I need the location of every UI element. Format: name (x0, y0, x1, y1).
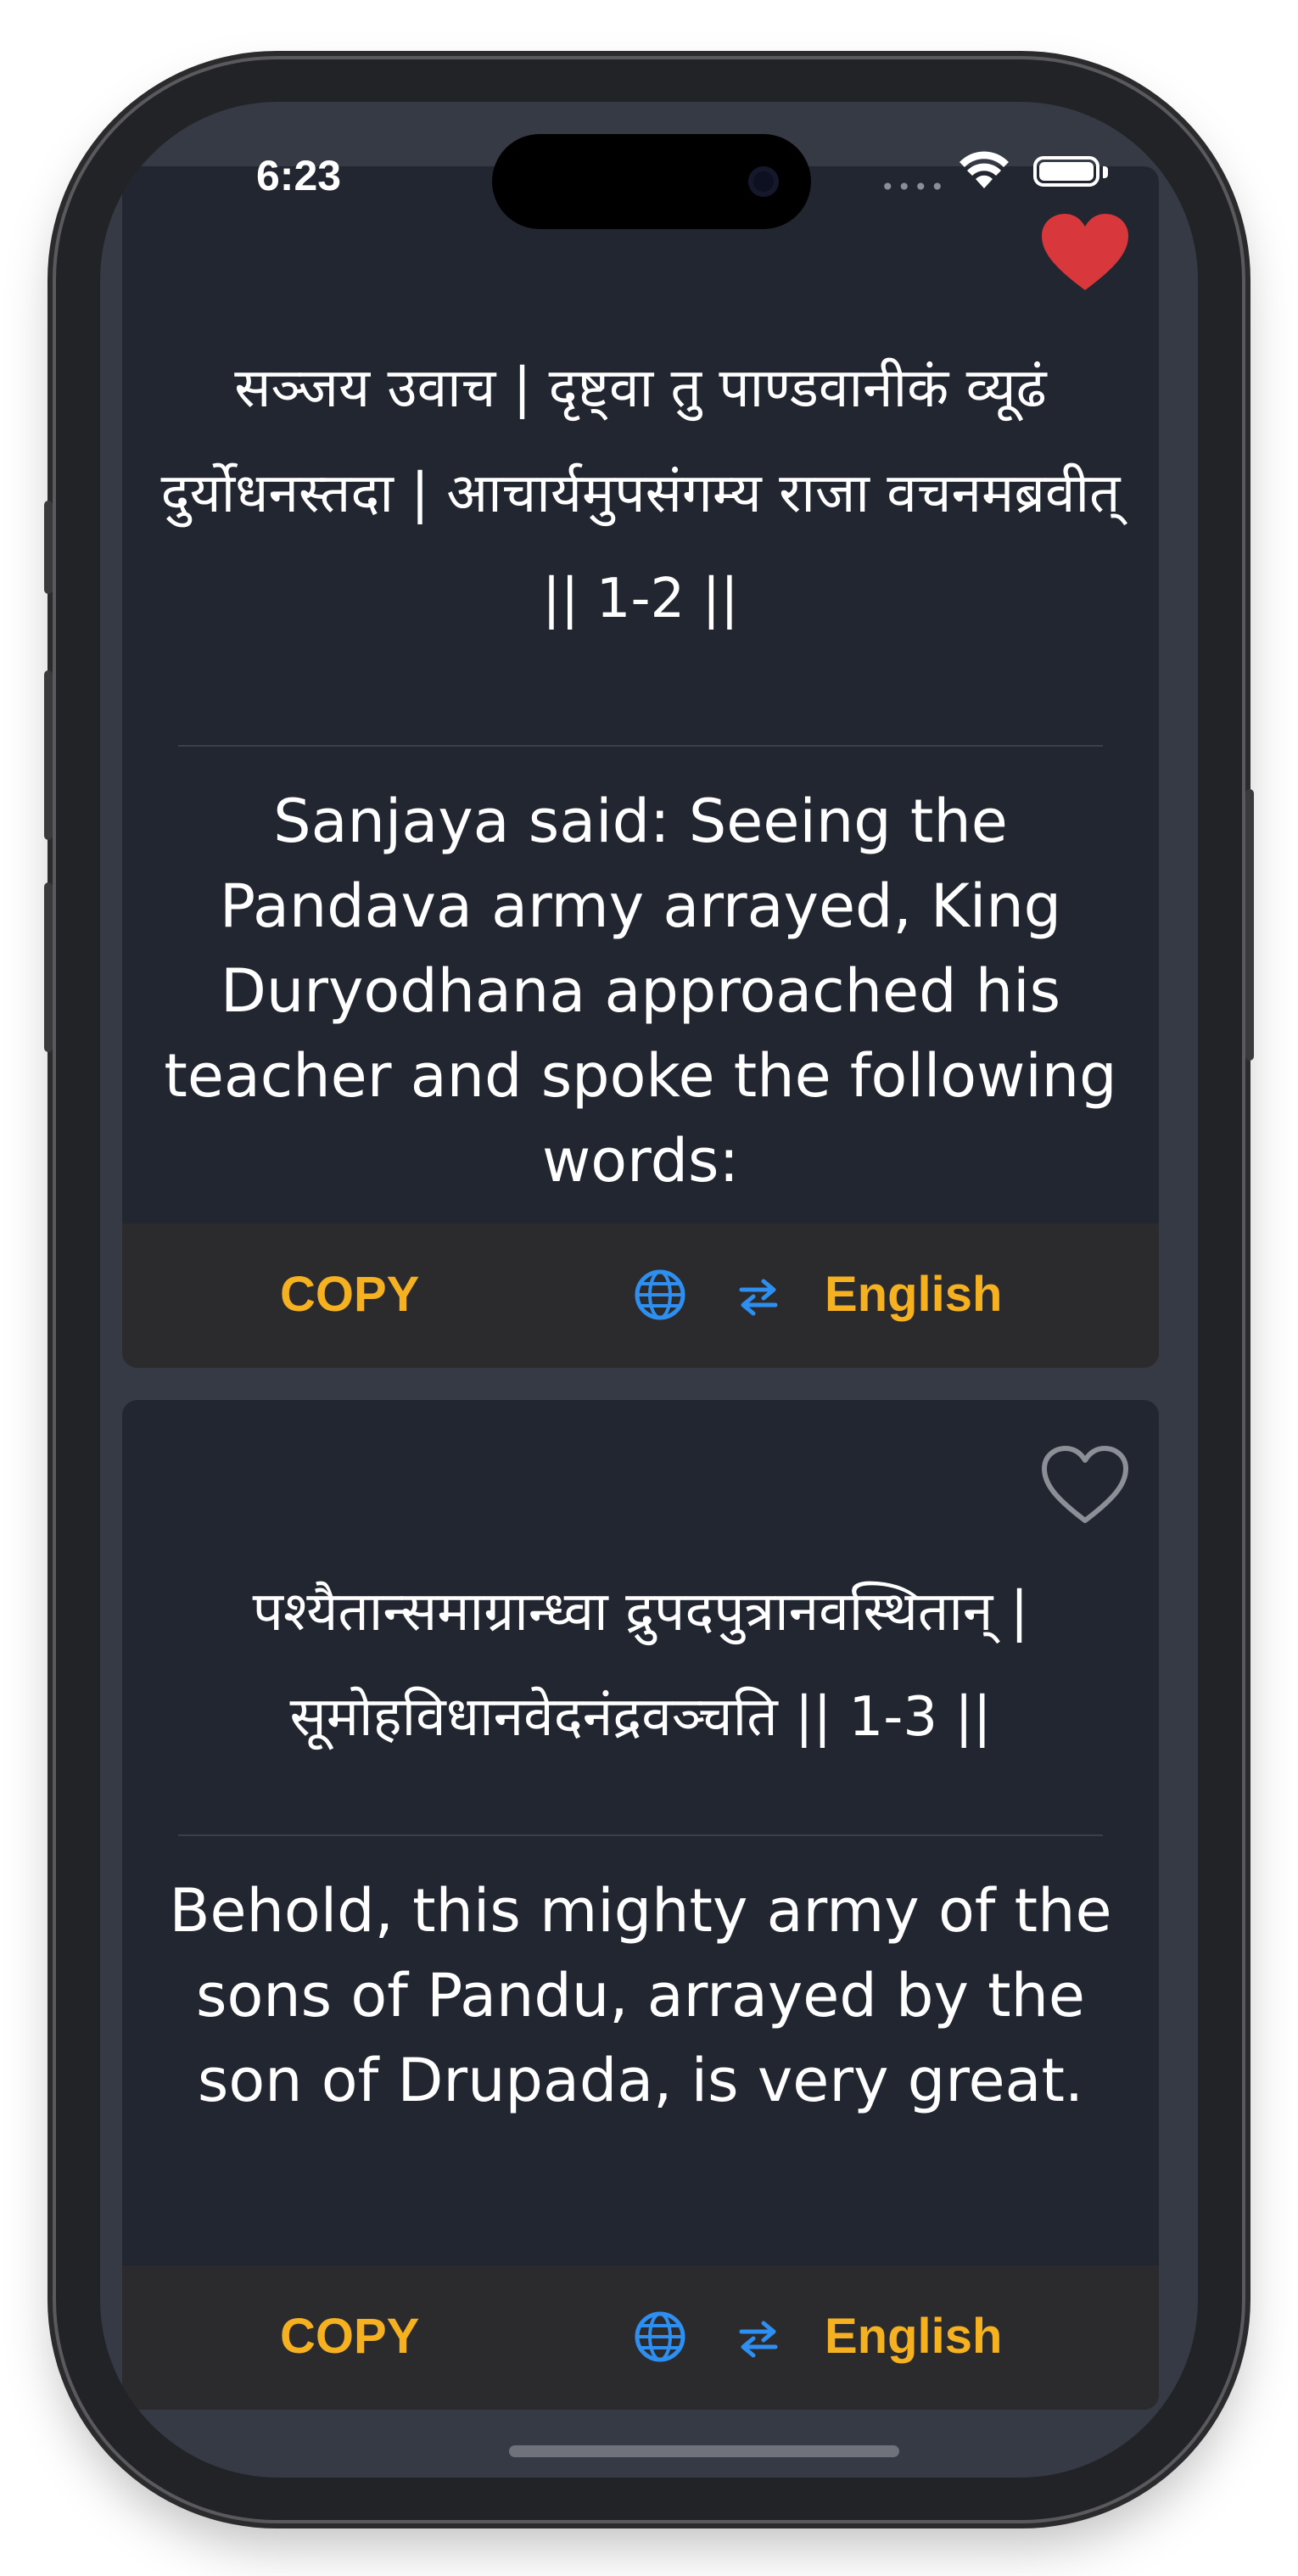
divider (178, 1834, 1103, 1836)
action-button (44, 501, 53, 594)
globe-icon[interactable] (633, 2310, 687, 2364)
status-time: 6:23 (256, 152, 342, 199)
wifi-icon (960, 151, 1009, 188)
swap-arrows-icon[interactable] (735, 2318, 782, 2359)
language-select-button[interactable]: English (825, 2308, 1002, 2365)
language-select-button[interactable]: English (825, 1266, 1002, 1323)
sanskrit-verse-text: पश्यैतान्समाग्रान्ध्वा द्रुपदपुत्रानवस्थ… (252, 1581, 1029, 1749)
copy-button[interactable]: COPY (280, 2308, 419, 2365)
home-indicator[interactable] (509, 2445, 899, 2457)
battery-nub (1103, 166, 1108, 178)
copy-button[interactable]: COPY (280, 1266, 419, 1323)
power-button (1245, 789, 1254, 1061)
verse-translation-text: Behold, this mighty army of the sons of … (169, 1876, 1112, 2115)
volume-up-button (44, 670, 53, 840)
cellular-signal-icon: •••• (881, 173, 948, 201)
screen: 6:23 •••• सञ्जय उवाच | दृष्ट्वा तु पाण्ड… (100, 102, 1198, 2478)
verse-action-bar: COPY English (122, 1224, 1159, 1368)
volume-down-button (44, 882, 53, 1052)
favorite-heart-outline-icon[interactable] (1038, 1444, 1132, 1529)
verse-action-bar: COPY English (122, 2265, 1159, 2410)
divider (178, 745, 1103, 747)
swap-arrows-icon[interactable] (735, 1276, 782, 1317)
verse-card: सञ्जय उवाच | दृष्ट्वा तु पाण्डवानीकं व्य… (122, 166, 1159, 1368)
phone-frame: 6:23 •••• सञ्जय उवाच | दृष्ट्वा तु पाण्ड… (44, 59, 1254, 2520)
dynamic-island (492, 134, 811, 229)
sanskrit-verse-text: सञ्जय उवाच | दृष्ट्वा तु पाण्डवानीकं व्य… (160, 357, 1121, 630)
battery-icon (1033, 156, 1099, 187)
verse-translation-text: Sanjaya said: Seeing the Pandava army ar… (164, 787, 1117, 1196)
verse-card: पश्यैतान्समाग्रान्ध्वा द्रुपदपुत्रानवस्थ… (122, 1400, 1159, 2410)
status-bar: 6:23 •••• (100, 102, 1198, 238)
front-camera (748, 166, 779, 197)
globe-icon[interactable] (633, 1268, 687, 1322)
